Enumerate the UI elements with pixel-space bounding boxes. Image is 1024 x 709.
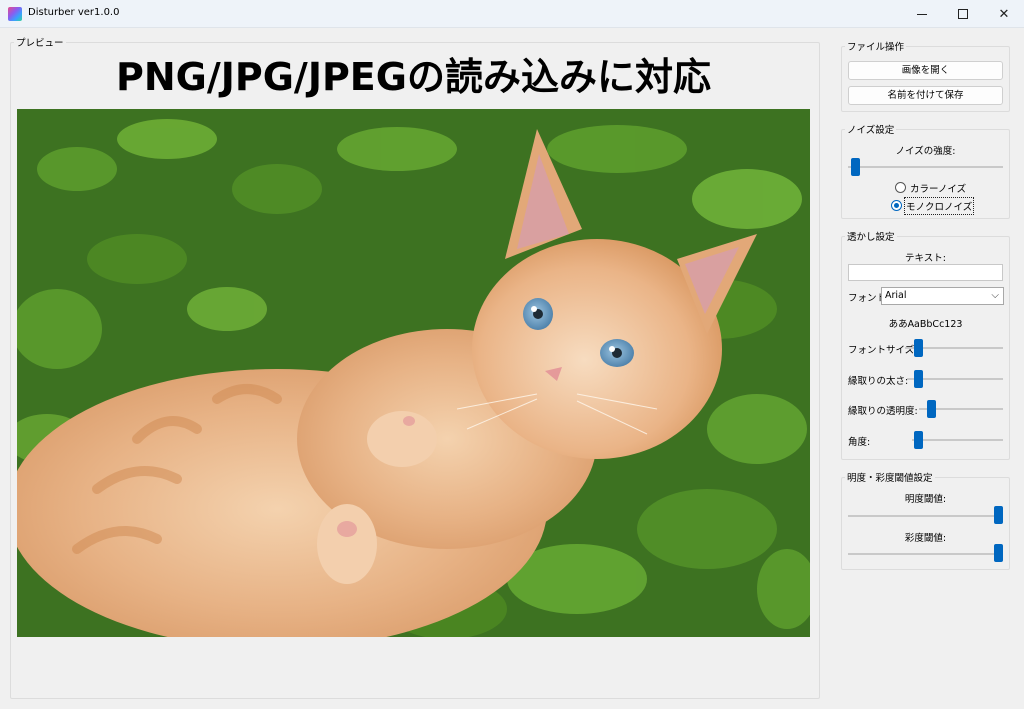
color-noise-radio[interactable] (895, 182, 906, 193)
saturation-threshold-label: 彩度閾値: (904, 533, 947, 544)
app-icon (8, 7, 22, 21)
outline-width-label: 縁取りの太さ: (848, 376, 909, 387)
noise-strength-thumb[interactable] (851, 158, 860, 176)
saturation-threshold-thumb[interactable] (994, 544, 1003, 562)
font-sample: ああAaBbCc123 (888, 319, 963, 330)
close-button[interactable]: ✕ (984, 0, 1024, 28)
close-icon: ✕ (998, 6, 1010, 22)
outline-width-thumb[interactable] (914, 370, 923, 388)
maximize-icon (958, 9, 968, 19)
noise-strength-slider[interactable] (848, 166, 1003, 168)
saturation-threshold-slider[interactable] (848, 553, 1003, 555)
noise-legend: ノイズ設定 (847, 125, 895, 136)
font-size-thumb[interactable] (914, 339, 923, 357)
color-noise-label[interactable]: カラーノイズ (910, 181, 966, 195)
mono-noise-label[interactable]: モノクロノイズ (903, 197, 975, 215)
font-select-value: Arial (885, 290, 907, 301)
outline-opacity-label: 縁取りの透明度: (848, 406, 918, 417)
watermark-text-label: テキスト: (905, 253, 946, 264)
save-as-button[interactable]: 名前を付けて保存 (848, 86, 1003, 105)
maximize-button[interactable] (943, 0, 983, 28)
minimize-button[interactable] (902, 0, 942, 28)
brightness-threshold-thumb[interactable] (994, 506, 1003, 524)
watermark-text-input[interactable] (848, 264, 1003, 281)
angle-label: 角度: (848, 437, 871, 448)
window-title: Disturber ver1.0.0 (28, 7, 120, 18)
threshold-legend: 明度・彩度閾値設定 (847, 473, 933, 484)
outline-opacity-thumb[interactable] (927, 400, 936, 418)
angle-slider[interactable] (912, 439, 1003, 441)
minimize-icon (917, 13, 927, 15)
watermark-legend: 透かし設定 (847, 232, 895, 243)
title-bar: Disturber ver1.0.0 ✕ (0, 0, 1024, 28)
open-image-button[interactable]: 画像を開く (848, 61, 1003, 80)
mono-noise-radio[interactable] (891, 200, 902, 211)
angle-thumb[interactable] (914, 431, 923, 449)
brightness-threshold-slider[interactable] (848, 515, 1003, 517)
preview-image (17, 109, 810, 637)
font-size-label: フォントサイズ: (848, 345, 918, 356)
kitten-photo (17, 109, 810, 637)
threshold-group: 明度・彩度閾値設定 (841, 470, 1010, 570)
preview-headline: PNG/JPG/JPEGの読み込みに対応 (116, 55, 711, 99)
noise-strength-label: ノイズの強度: (895, 146, 956, 157)
file-ops-legend: ファイル操作 (847, 42, 905, 53)
font-select[interactable]: Arial ⌵ (881, 287, 1004, 305)
chevron-down-icon: ⌵ (991, 290, 999, 301)
brightness-threshold-label: 明度閾値: (904, 494, 947, 505)
